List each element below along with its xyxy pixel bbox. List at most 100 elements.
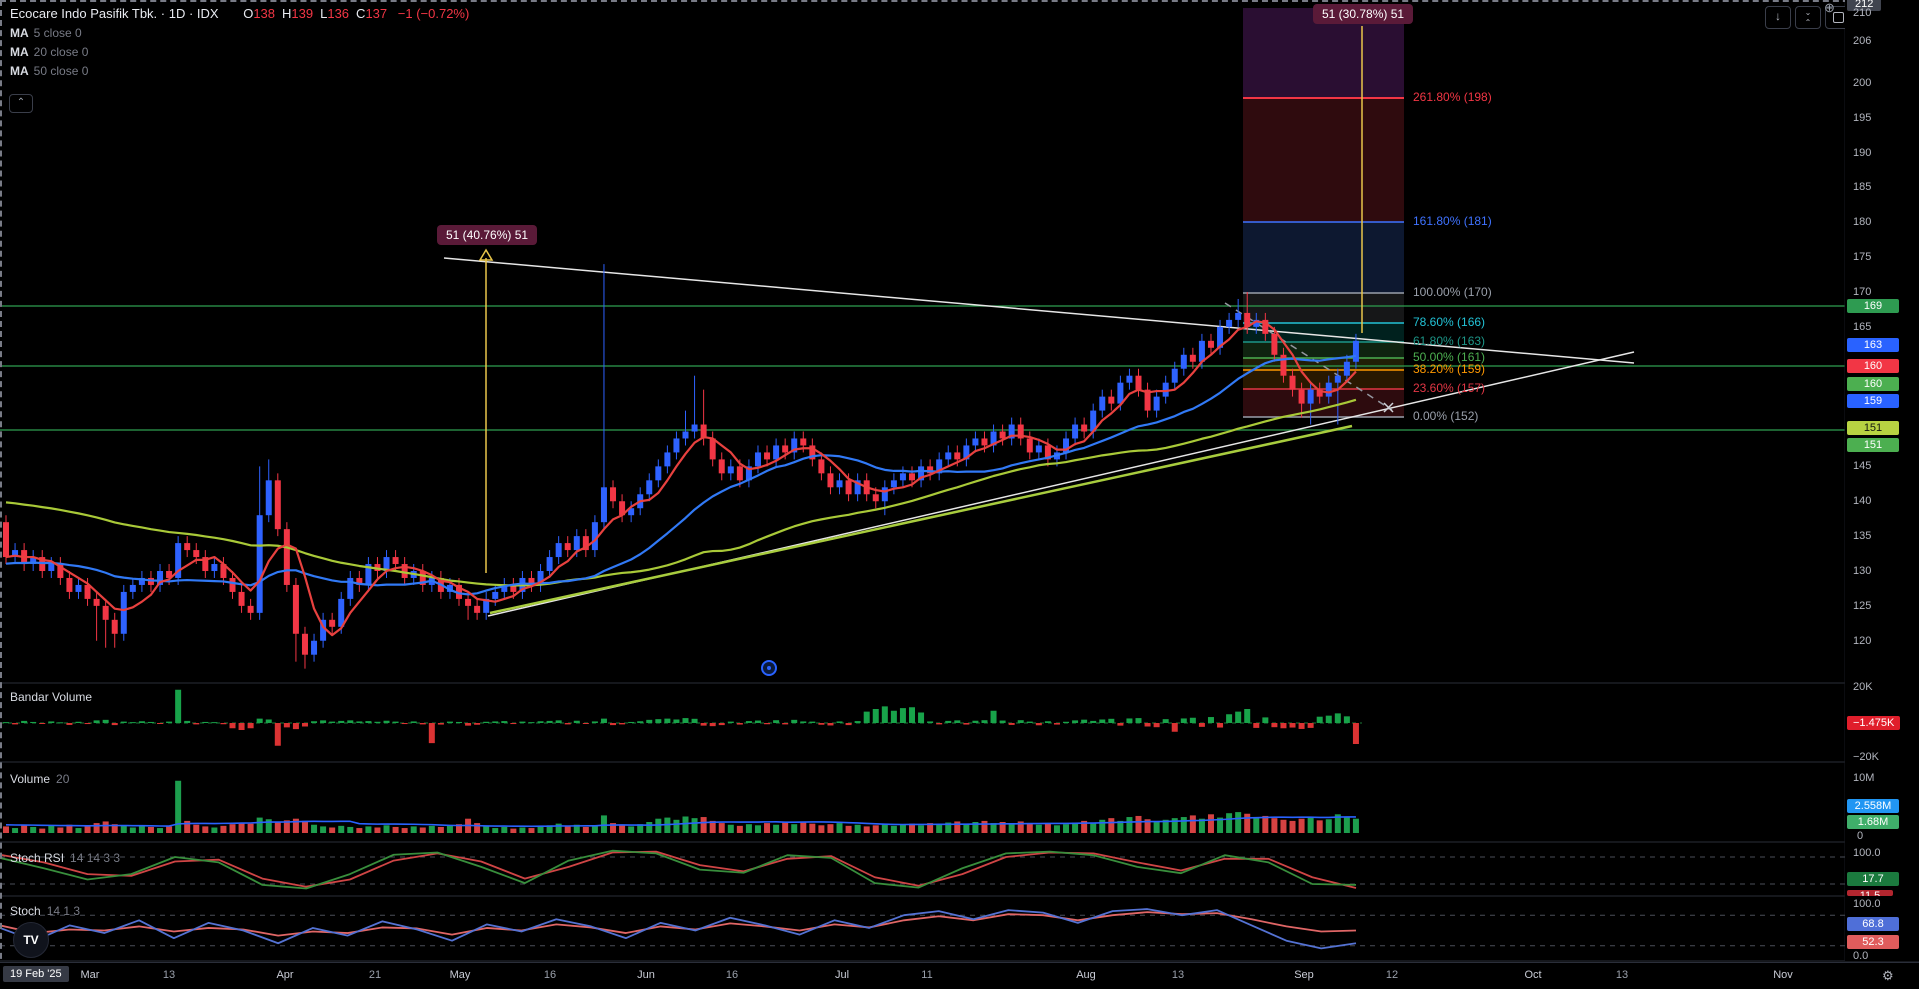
bandar-bar [564, 723, 571, 725]
bandar-bar [646, 719, 653, 723]
volume-value-badge: 1.68M [1847, 815, 1899, 829]
tradingview-logo[interactable]: TV [13, 922, 49, 958]
volume-bar [1298, 818, 1305, 833]
bandar-bar [1081, 719, 1088, 723]
plus-circle-icon[interactable]: ⊕ [1824, 0, 1835, 16]
bandar-bar [972, 720, 979, 723]
candle-body [48, 564, 55, 571]
volume-bar [428, 825, 435, 833]
gear-icon[interactable]: ⚙ [1882, 968, 1894, 984]
price-tick: 200 [1853, 76, 1872, 89]
volume-bar [374, 827, 381, 833]
bandar-volume-legend[interactable]: Bandar Volume [10, 690, 92, 704]
bandar-bar [1198, 723, 1205, 727]
bandar-bar [437, 723, 444, 725]
time-tick: 13 [1171, 969, 1185, 981]
candle-body [1289, 375, 1296, 390]
ma50-params: 50 close 0 [33, 64, 89, 78]
volume-bar [483, 826, 490, 833]
volume-bar [492, 828, 499, 833]
time-axis[interactable]: 19 Feb '25 Mar 13 Apr 21 May 16 Jun 16 Jul 11 Aug 1… [0, 962, 1919, 989]
chevron-up-icon[interactable]: ⌃ [9, 94, 33, 113]
bandar-bar [682, 718, 689, 723]
bandar-bar [909, 707, 915, 723]
bandar-bar [1316, 716, 1323, 723]
bandar-bar [1280, 723, 1287, 729]
collapse-icon[interactable]: ⌄ ⌃ [1795, 6, 1821, 29]
bandar-bar [175, 689, 182, 723]
price-scale[interactable]: 212 210 206 200 195 190 185 180 175 170 165 145 140… [1845, 0, 1919, 962]
bandar-bar [1271, 723, 1278, 728]
symbol-legend[interactable]: Ecocare Indo Pasifik Tbk. · 1D · IDX O13… [10, 6, 469, 21]
volume-bar [628, 826, 635, 833]
bandar-scale-bottom: −20K [1853, 751, 1879, 763]
chart-canvas[interactable] [0, 0, 1919, 989]
bandar-bar [428, 723, 435, 744]
bandar-bar [691, 718, 698, 723]
volume-bar [301, 820, 308, 833]
bandar-bar [30, 721, 37, 723]
candle-body [845, 480, 852, 495]
time-tick: Nov [1773, 969, 1793, 981]
bandar-bar [582, 723, 589, 724]
price-badge: 159 [1847, 394, 1899, 408]
price-tick: 170 [1853, 286, 1872, 298]
ma5-line [5, 320, 1357, 637]
stoch-rsi-legend[interactable]: Stoch RSI 14 14 3 3 [10, 851, 120, 865]
arrow-down-icon[interactable]: ↓ [1765, 6, 1791, 29]
ma5-legend[interactable]: MA 5 close 0 [10, 26, 82, 40]
bandar-bar [655, 719, 662, 723]
fib-label-left[interactable]: 51 (40.76%) 51 [437, 225, 538, 245]
volume-bar [1135, 815, 1142, 833]
bandar-bar [1026, 721, 1033, 723]
volume-bar [818, 825, 825, 833]
fib-level-label: 23.60% (157) [1413, 381, 1486, 395]
bandar-bar [39, 723, 46, 724]
volume-bar [1226, 813, 1233, 833]
bandar-bar [320, 720, 327, 723]
volume-bar [899, 824, 906, 833]
bandar-bar [1217, 723, 1224, 728]
time-tick: 12 [1385, 969, 1399, 981]
candle-body [1189, 354, 1196, 362]
volume-bar [1126, 817, 1133, 833]
bandar-bar [184, 720, 191, 723]
ma20-legend[interactable]: MA 20 close 0 [10, 45, 88, 59]
time-tick: 13 [1615, 969, 1629, 981]
fib-band [1243, 342, 1404, 358]
bandar-bar [945, 720, 952, 723]
pane-toolbar: ↓ ⌄ ⌃ [1765, 6, 1851, 29]
candle-body [1072, 424, 1079, 439]
bandar-bar [754, 720, 761, 723]
candle-body [1207, 340, 1214, 348]
bandar-bar [120, 721, 127, 723]
price-badge: 160 [1847, 377, 1899, 391]
stoch-legend[interactable]: Stoch 14 1 3 [10, 904, 80, 918]
bandar-bar [1035, 723, 1042, 726]
candle-body [247, 605, 254, 613]
price-badge: 151 [1847, 421, 1899, 435]
candle-body [283, 529, 290, 585]
bandar-bar [927, 721, 934, 723]
candle-body [691, 424, 698, 432]
volume-bar [564, 825, 571, 833]
fib-label-top[interactable]: 51 (30.78%) 51 [1313, 4, 1414, 24]
price-tick: 195 [1853, 111, 1872, 124]
bandar-bar [1063, 721, 1070, 723]
fib-level-label: 161.80% (181) [1413, 214, 1492, 228]
candle-body [274, 480, 281, 530]
candle-body [564, 543, 571, 551]
volume-bar [3, 826, 9, 833]
ma50-legend[interactable]: MA 50 close 0 [10, 64, 88, 78]
bandar-bar [66, 723, 73, 725]
bandar-bar [274, 723, 281, 746]
bandar-bar [619, 723, 626, 725]
trendline-support-lime[interactable] [489, 424, 1353, 615]
candle-body [673, 438, 680, 453]
time-tick: Apr [276, 969, 294, 981]
bandar-bar [637, 721, 644, 723]
bandar-bar [1144, 723, 1151, 727]
volume-legend[interactable]: Volume 20 [10, 772, 69, 786]
volume-bar [528, 828, 535, 833]
volume-bar [682, 816, 689, 833]
